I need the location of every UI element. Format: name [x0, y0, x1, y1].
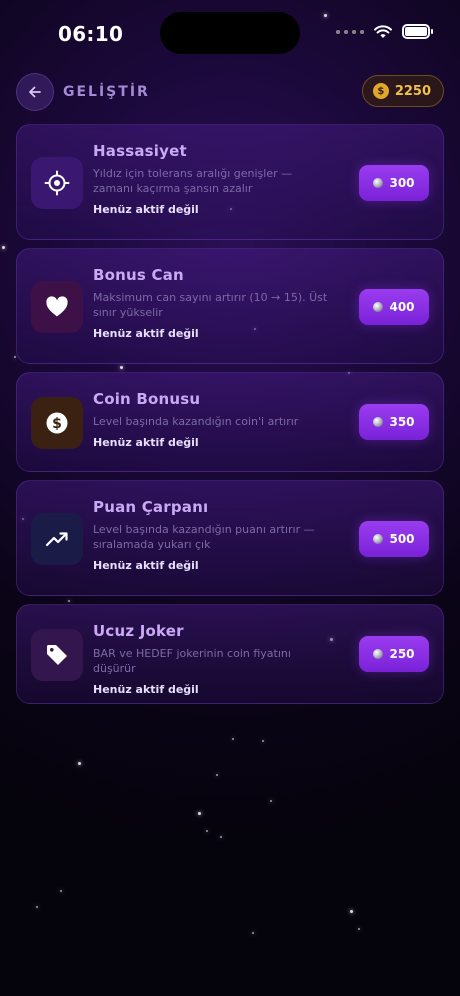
upgrade-card-coin-bonusu: $ Coin Bonusu Level başında kazandığın c…: [16, 372, 444, 472]
svg-text:$: $: [52, 416, 62, 432]
buy-button[interactable]: 400: [359, 289, 429, 325]
card-title: Bonus Can: [93, 266, 184, 284]
card-title: Puan Çarpanı: [93, 498, 209, 516]
gem-icon: [373, 178, 384, 188]
coin-balance: $ 2250: [361, 75, 444, 107]
trending-up-icon: [45, 532, 68, 547]
signal-icon: [336, 29, 364, 34]
card-body: Puan Çarpanı Level başında kazandığın pu…: [93, 498, 333, 572]
back-button[interactable]: [16, 73, 54, 111]
target-icon: [44, 170, 70, 196]
dollar-coin-icon: $: [46, 412, 68, 434]
buy-button[interactable]: 350: [359, 404, 429, 440]
gem-icon: [373, 649, 384, 659]
card-status: Henüz aktif değil: [93, 683, 199, 696]
icon-box: [31, 281, 83, 333]
icon-box: [31, 513, 83, 565]
dynamic-island: [160, 12, 300, 54]
card-body: Coin Bonusu Level başında kazandığın coi…: [93, 390, 333, 449]
card-body: Ucuz Joker BAR ve HEDEF jokerinin coin f…: [93, 622, 333, 696]
page-title: GELİŞTİR: [63, 84, 150, 100]
upgrade-card-ucuz-joker: Ucuz Joker BAR ve HEDEF jokerinin coin f…: [16, 604, 444, 704]
buy-button[interactable]: 250: [359, 636, 429, 672]
card-description: Maksimum can sayını artırır (10 → 15). Ü…: [93, 291, 328, 319]
icon-box: $: [31, 397, 83, 449]
price: 500: [389, 532, 415, 546]
coin-balance-value: 2250: [394, 83, 431, 99]
price: 250: [389, 647, 415, 661]
price: 300: [389, 176, 415, 190]
gem-icon: [373, 302, 384, 312]
heart-icon: [46, 296, 68, 317]
gem-icon: [373, 417, 384, 427]
price: 400: [389, 300, 415, 314]
card-status: Henüz aktif değil: [93, 327, 199, 340]
card-body: Hassasiyet Yıldız için tolerans aralığı …: [93, 142, 333, 216]
card-title: Coin Bonusu: [93, 390, 201, 408]
upgrade-card-hassasiyet: Hassasiyet Yıldız için tolerans aralığı …: [16, 124, 444, 240]
buy-button[interactable]: 300: [359, 165, 429, 201]
header: GELİŞTİR $ 2250: [16, 73, 444, 113]
card-description: Yıldız için tolerans aralığı genişler — …: [93, 167, 293, 195]
wifi-icon: [374, 24, 392, 38]
card-title: Ucuz Joker: [93, 622, 184, 640]
card-description: Level başında kazandığın coin'i artırır: [93, 415, 299, 428]
card-title: Hassasiyet: [93, 142, 187, 160]
upgrade-card-puan-carpani: Puan Çarpanı Level başında kazandığın pu…: [16, 480, 444, 596]
price: 350: [389, 415, 415, 429]
arrow-left-icon: [29, 86, 41, 98]
status-time: 06:10: [58, 22, 124, 46]
gem-icon: [373, 534, 384, 544]
tag-icon: [47, 645, 67, 665]
icon-box: [31, 157, 83, 209]
card-status: Henüz aktif değil: [93, 436, 199, 449]
status-bar: 06:10: [0, 0, 460, 60]
upgrade-card-bonus-can: Bonus Can Maksimum can sayını artırır (1…: [16, 248, 444, 364]
card-status: Henüz aktif değil: [93, 203, 199, 216]
icon-box: [31, 629, 83, 681]
status-icons: [336, 24, 433, 39]
coin-icon: $: [372, 83, 389, 99]
card-status: Henüz aktif değil: [93, 559, 199, 572]
card-description: Level başında kazandığın puanı artırır —…: [93, 523, 315, 551]
card-body: Bonus Can Maksimum can sayını artırır (1…: [93, 266, 333, 340]
battery-icon: [402, 24, 433, 39]
buy-button[interactable]: 500: [359, 521, 429, 557]
card-description: BAR ve HEDEF jokerinin coin fiyatını düş…: [93, 647, 291, 675]
